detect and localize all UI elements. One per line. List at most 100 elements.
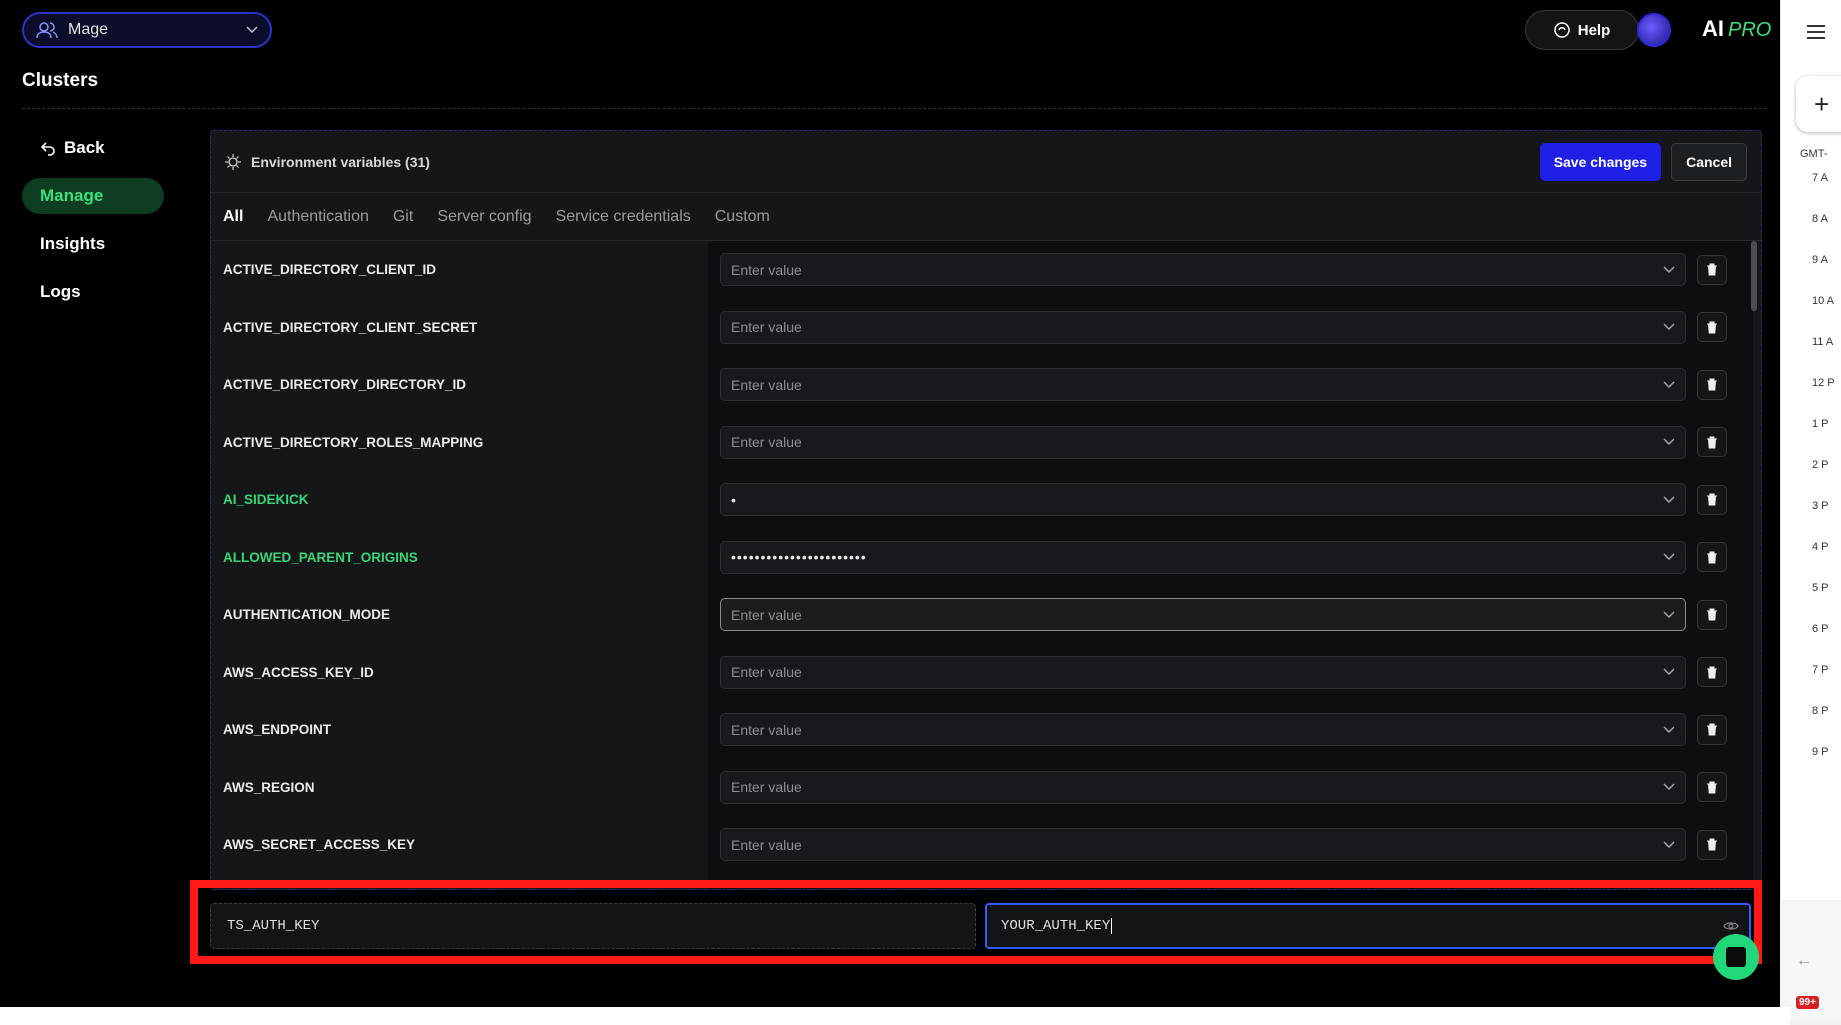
hour-label: 12 P (1812, 377, 1835, 389)
env-var-key: ACTIVE_DIRECTORY_CLIENT_SECRET (223, 319, 478, 335)
delete-button[interactable] (1697, 657, 1727, 688)
eye-icon[interactable] (1723, 919, 1739, 933)
logo-pro: PRO (1728, 19, 1772, 41)
cancel-button[interactable]: Cancel (1671, 142, 1747, 181)
title-divider (22, 108, 1767, 109)
help-icon (1553, 22, 1570, 38)
env-var-value: Enter value (731, 836, 802, 853)
env-var-value: • (731, 491, 737, 508)
hour-label: 6 P (1812, 623, 1829, 635)
env-var-row: ACTIVE_DIRECTORY_ROLES_MAPPING Enter valu… (211, 414, 1761, 472)
env-var-row: AWS_REGION Enter value (211, 759, 1761, 817)
delete-button[interactable] (1697, 312, 1727, 343)
chevron-down-icon[interactable] (1663, 783, 1675, 791)
trash-icon (1707, 781, 1717, 794)
sidebar: Back Manage Insights Logs (22, 130, 164, 322)
hamburger-menu-icon[interactable] (1806, 24, 1826, 40)
sidebar-item-logs[interactable]: Logs (22, 274, 164, 310)
back-arrow-icon[interactable]: ← (1796, 952, 1812, 970)
chevron-down-icon[interactable] (1663, 611, 1675, 619)
scrollbar[interactable] (1751, 241, 1757, 311)
delete-button[interactable] (1697, 829, 1727, 860)
sidebar-item-manage[interactable]: Manage (22, 178, 164, 214)
new-variable-key: TS_AUTH_KEY (227, 918, 320, 934)
hour-label: 9 P (1812, 746, 1829, 758)
trash-icon (1707, 551, 1717, 564)
env-var-value-input[interactable]: Enter value (720, 713, 1686, 747)
env-var-value-input[interactable]: Enter value (720, 655, 1686, 689)
env-var-row: AUTHENTICATION_MODE Enter value (211, 586, 1761, 644)
delete-button[interactable] (1697, 542, 1727, 573)
env-var-value-input[interactable]: Enter value (720, 253, 1686, 287)
help-button[interactable]: Help (1525, 10, 1639, 50)
delete-button[interactable] (1697, 369, 1727, 400)
chat-bubble-button[interactable] (1713, 934, 1759, 980)
env-var-key: AUTHENTICATION_MODE (223, 607, 390, 623)
tab-service-credentials[interactable]: Service credentials (556, 208, 691, 226)
avatar[interactable] (1637, 13, 1671, 47)
tab-authentication[interactable]: Authentication (267, 208, 368, 226)
env-var-value-input[interactable]: Enter value (720, 770, 1686, 804)
delete-button[interactable] (1697, 427, 1727, 458)
workspace-select[interactable]: Mage (22, 12, 272, 48)
env-var-row: ACTIVE_DIRECTORY_CLIENT_ID Enter value (211, 241, 1761, 299)
env-var-key: ACTIVE_DIRECTORY_ROLES_MAPPING (223, 434, 484, 450)
hour-label: 9 A (1812, 254, 1828, 266)
chevron-down-icon[interactable] (1663, 553, 1675, 561)
new-variable-value: YOUR_AUTH_KEY (1001, 918, 1111, 934)
env-var-value: Enter value (731, 779, 802, 796)
chevron-down-icon[interactable] (1663, 381, 1675, 389)
delete-button[interactable] (1697, 254, 1727, 285)
tab-server-config[interactable]: Server config (437, 208, 531, 226)
filter-tabs: All Authentication Git Server config Ser… (211, 193, 1761, 241)
create-button[interactable]: + (1796, 76, 1841, 132)
chevron-down-icon[interactable] (1663, 841, 1675, 849)
delete-button[interactable] (1697, 484, 1727, 515)
env-var-value-input[interactable]: Enter value (720, 310, 1686, 344)
chevron-down-icon[interactable] (1663, 668, 1675, 676)
trash-icon (1707, 378, 1717, 391)
app-window: Mage Help AI PRO Clusters Back Manage In… (0, 0, 1790, 1007)
hour-label: 7 P (1812, 664, 1829, 676)
env-var-value-input[interactable]: Enter value (720, 368, 1686, 402)
env-var-value: Enter value (731, 721, 802, 738)
env-var-key: AI_SIDEKICK (223, 492, 309, 508)
sidebar-item-label: Manage (40, 186, 104, 205)
env-var-row: AWS_ACCESS_KEY_ID Enter value (211, 644, 1761, 702)
logo-text: AI (1702, 16, 1724, 41)
sidebar-item-label: Logs (40, 282, 81, 301)
chevron-down-icon[interactable] (1663, 266, 1675, 274)
env-var-value-input[interactable]: ••••••••••••••••••••••• (720, 540, 1686, 574)
chevron-down-icon[interactable] (1663, 323, 1675, 331)
sidebar-item-insights[interactable]: Insights (22, 226, 164, 262)
env-var-value-input[interactable]: Enter value (720, 598, 1686, 632)
panel-title: Environment variables (31) (251, 153, 430, 170)
hour-label: 1 P (1812, 418, 1829, 430)
env-var-value-input[interactable]: Enter value (720, 425, 1686, 459)
new-variable-value-input[interactable]: YOUR_AUTH_KEY (985, 903, 1751, 949)
delete-button[interactable] (1697, 714, 1727, 745)
panel-header: Environment variables (31) Save changes … (211, 131, 1761, 193)
env-vars-panel: Environment variables (31) Save changes … (210, 130, 1762, 890)
hour-label: 7 A (1812, 172, 1828, 184)
chevron-down-icon[interactable] (1663, 496, 1675, 504)
chevron-down-icon[interactable] (1663, 726, 1675, 734)
new-variable-key-input[interactable]: TS_AUTH_KEY (210, 903, 976, 949)
env-var-value: Enter value (731, 664, 802, 681)
chevron-down-icon[interactable] (1663, 438, 1675, 446)
tab-git[interactable]: Git (393, 208, 413, 226)
bottom-edge (0, 1007, 1790, 1025)
env-var-value-input[interactable]: Enter value (720, 828, 1686, 862)
tab-all[interactable]: All (223, 208, 243, 226)
tab-custom[interactable]: Custom (715, 208, 770, 226)
delete-button[interactable] (1697, 599, 1727, 630)
save-changes-button[interactable]: Save changes (1539, 142, 1662, 181)
sidebar-item-back[interactable]: Back (22, 130, 164, 166)
env-var-value-input[interactable]: • (720, 483, 1686, 517)
env-var-value: Enter value (731, 319, 802, 336)
hour-label: 2 P (1812, 459, 1829, 471)
workspace-label: Mage (68, 21, 109, 38)
delete-button[interactable] (1697, 772, 1727, 803)
env-var-key: ALLOWED_PARENT_ORIGINS (223, 549, 418, 565)
env-var-key: ACTIVE_DIRECTORY_CLIENT_ID (223, 262, 437, 278)
